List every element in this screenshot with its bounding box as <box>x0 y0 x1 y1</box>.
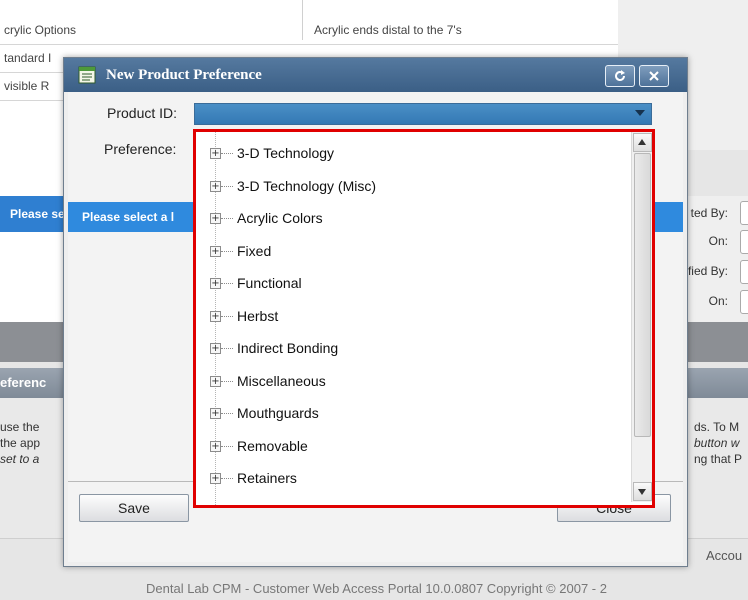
expand-icon[interactable]: + <box>210 148 221 159</box>
expand-icon[interactable]: + <box>210 180 221 192</box>
footer-copyright: Dental Lab CPM - Customer Web Access Por… <box>146 581 607 596</box>
preference-tree: + 3-D Technology + 3-D Technology (Misc)… <box>196 132 628 505</box>
form-icon <box>78 66 96 84</box>
info-text: ng that P <box>694 452 743 466</box>
product-id-dropdown[interactable] <box>194 103 652 125</box>
tree-node-label[interactable]: Acrylic Colors <box>237 208 323 228</box>
tree-connector <box>221 380 233 382</box>
expand-icon[interactable]: + <box>210 343 221 354</box>
scroll-down-button[interactable] <box>633 482 652 501</box>
tree-connector <box>221 413 233 414</box>
tree-connector <box>221 348 233 349</box>
selection-prompt-text: Please select a l <box>82 210 175 224</box>
info-text: set to a <box>0 452 40 466</box>
column-divider <box>302 0 303 40</box>
refresh-icon <box>613 70 627 86</box>
created-on-field[interactable] <box>740 230 748 254</box>
tree-node-label[interactable]: Removable <box>237 436 308 456</box>
tree-node-label[interactable]: 3-D Technology (Misc) <box>237 176 376 196</box>
tree-connector <box>221 478 233 479</box>
refresh-button[interactable] <box>605 65 635 87</box>
modified-on-label: On: <box>708 294 728 308</box>
tree-node-label[interactable]: Indirect Bonding <box>237 338 338 358</box>
tree-connector <box>221 445 233 447</box>
save-button[interactable]: Save <box>79 494 189 522</box>
dialog-title: New Product Preference <box>106 67 262 83</box>
tree-scrollbar[interactable] <box>631 132 652 502</box>
tree-node-label[interactable]: Functional <box>237 273 302 293</box>
tree-connector <box>221 185 233 187</box>
info-text: button w <box>694 436 740 450</box>
dialog-titlebar[interactable]: New Product Preference <box>64 58 687 92</box>
info-text: use the <box>0 420 40 434</box>
tree-connector <box>221 283 233 284</box>
expand-icon[interactable]: + <box>210 245 221 257</box>
tree-node-label[interactable]: Retainers <box>237 468 297 488</box>
table-cell: visible R <box>4 79 50 93</box>
preference-tree-popup: + 3-D Technology + 3-D Technology (Misc)… <box>193 129 655 508</box>
expand-icon[interactable]: + <box>210 278 221 289</box>
tree-node-label[interactable]: Herbst <box>237 306 278 326</box>
table-cell: tandard I <box>4 51 52 65</box>
modified-by-field[interactable] <box>740 260 748 284</box>
created-by-label: ted By: <box>690 206 728 220</box>
tree-connector <box>221 315 233 317</box>
info-text: ds. To M <box>694 420 740 434</box>
tree-node-label[interactable]: Mouthguards <box>237 403 319 423</box>
table-row[interactable]: crylic Options Acrylic ends distal to th… <box>0 16 618 45</box>
preference-label: Preference: <box>104 141 177 157</box>
expand-icon[interactable]: + <box>210 440 221 452</box>
table-cell: Acrylic ends distal to the 7's <box>314 23 462 37</box>
preferences-header-text: eferenc <box>0 375 47 390</box>
table-cell: crylic Options <box>4 23 77 37</box>
scrollbar-thumb[interactable] <box>634 153 651 437</box>
tree-connector <box>221 153 233 154</box>
created-by-field[interactable] <box>740 201 748 225</box>
tree-connector <box>221 250 233 252</box>
expand-icon[interactable]: + <box>210 375 221 387</box>
close-icon <box>648 70 660 85</box>
scroll-up-button[interactable] <box>633 133 652 152</box>
expand-icon[interactable]: + <box>210 473 221 484</box>
created-on-label: On: <box>708 234 728 248</box>
tree-node-label[interactable]: Fixed <box>237 241 271 261</box>
chevron-down-icon[interactable] <box>635 110 645 116</box>
expand-icon[interactable]: + <box>210 408 221 419</box>
modified-by-label: fied By: <box>687 264 728 278</box>
expand-icon[interactable]: + <box>210 213 221 224</box>
expand-icon[interactable]: + <box>210 310 221 322</box>
info-text: the app <box>0 436 41 450</box>
arrow-up-icon <box>638 139 646 145</box>
arrow-down-icon <box>638 489 646 495</box>
close-window-button[interactable] <box>639 65 669 87</box>
tree-node-label[interactable]: 3-D Technology <box>237 143 334 163</box>
tree-node-label[interactable]: Miscellaneous <box>237 371 326 391</box>
tree-connector <box>221 218 233 219</box>
modified-on-field[interactable] <box>740 290 748 314</box>
account-link[interactable]: Accou <box>706 548 742 563</box>
product-id-label: Product ID: <box>107 105 178 121</box>
